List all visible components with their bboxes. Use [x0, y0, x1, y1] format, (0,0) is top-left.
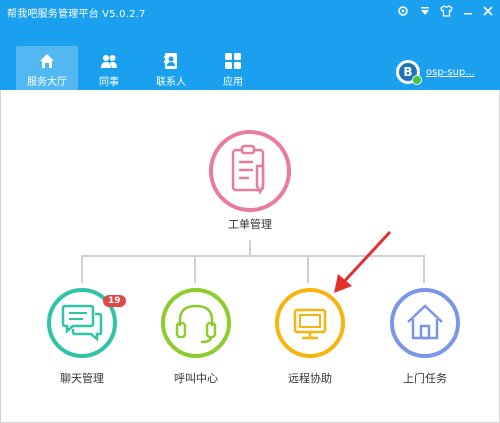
nav-apps[interactable]: 应用 [202, 46, 264, 92]
dropdown-icon[interactable] [416, 3, 434, 19]
online-status-icon [412, 75, 422, 85]
remote-assistance-button[interactable] [275, 288, 345, 358]
chat-management-label: 聊天管理 [60, 372, 104, 385]
main-nav: 服务大厅 同事 联系人 应用 [16, 46, 264, 92]
colleagues-icon [101, 55, 117, 68]
call-center-label: 呼叫中心 [174, 372, 218, 385]
work-order-label: 工单管理 [228, 218, 272, 231]
nav-contacts[interactable]: 联系人 [140, 46, 202, 92]
remote-assistance-label: 远程协助 [288, 372, 332, 385]
nav-label: 联系人 [156, 77, 186, 88]
minimize-icon[interactable] [459, 3, 477, 19]
house-icon [407, 304, 443, 340]
contacts-icon [164, 53, 177, 69]
skin-icon[interactable] [437, 3, 455, 19]
nav-label: 应用 [223, 77, 243, 88]
nav-service-hall[interactable]: 服务大厅 [16, 46, 78, 92]
nav-label: 服务大厅 [27, 77, 67, 88]
window-title: 帮我吧服务管理平台 V5.0.2.7 [7, 9, 146, 20]
nav-colleagues[interactable]: 同事 [78, 46, 140, 92]
connector-line [307, 255, 309, 283]
settings-icon[interactable] [394, 3, 412, 19]
connector-line [194, 255, 196, 283]
annotation-arrow-icon [334, 230, 392, 293]
connector-line [423, 255, 425, 283]
call-center-button[interactable] [161, 288, 231, 358]
onsite-task-button[interactable] [390, 288, 460, 358]
apps-icon [225, 53, 241, 69]
connector-line [81, 255, 83, 283]
close-icon[interactable] [479, 3, 497, 19]
service-hall-panel: 工单管理 19 聊天管理 呼叫中心 远程协助 上门任务 [0, 90, 500, 423]
monitor-icon [293, 308, 327, 340]
nav-label: 同事 [99, 77, 119, 88]
user-name[interactable]: osp-sup... [426, 67, 475, 78]
onsite-task-label: 上门任务 [403, 372, 447, 385]
title-bar: 帮我吧服务管理平台 V5.0.2.7 服务大厅 同事 联系人 应用 B osp-… [0, 0, 500, 92]
headset-icon [175, 304, 217, 344]
connector-line [249, 240, 251, 255]
home-icon [40, 54, 54, 68]
work-order-button[interactable] [209, 130, 291, 212]
user-profile[interactable]: B osp-sup... [396, 60, 475, 85]
unread-badge: 19 [103, 295, 126, 307]
clipboard-icon [231, 144, 265, 195]
avatar[interactable]: B [396, 60, 422, 85]
